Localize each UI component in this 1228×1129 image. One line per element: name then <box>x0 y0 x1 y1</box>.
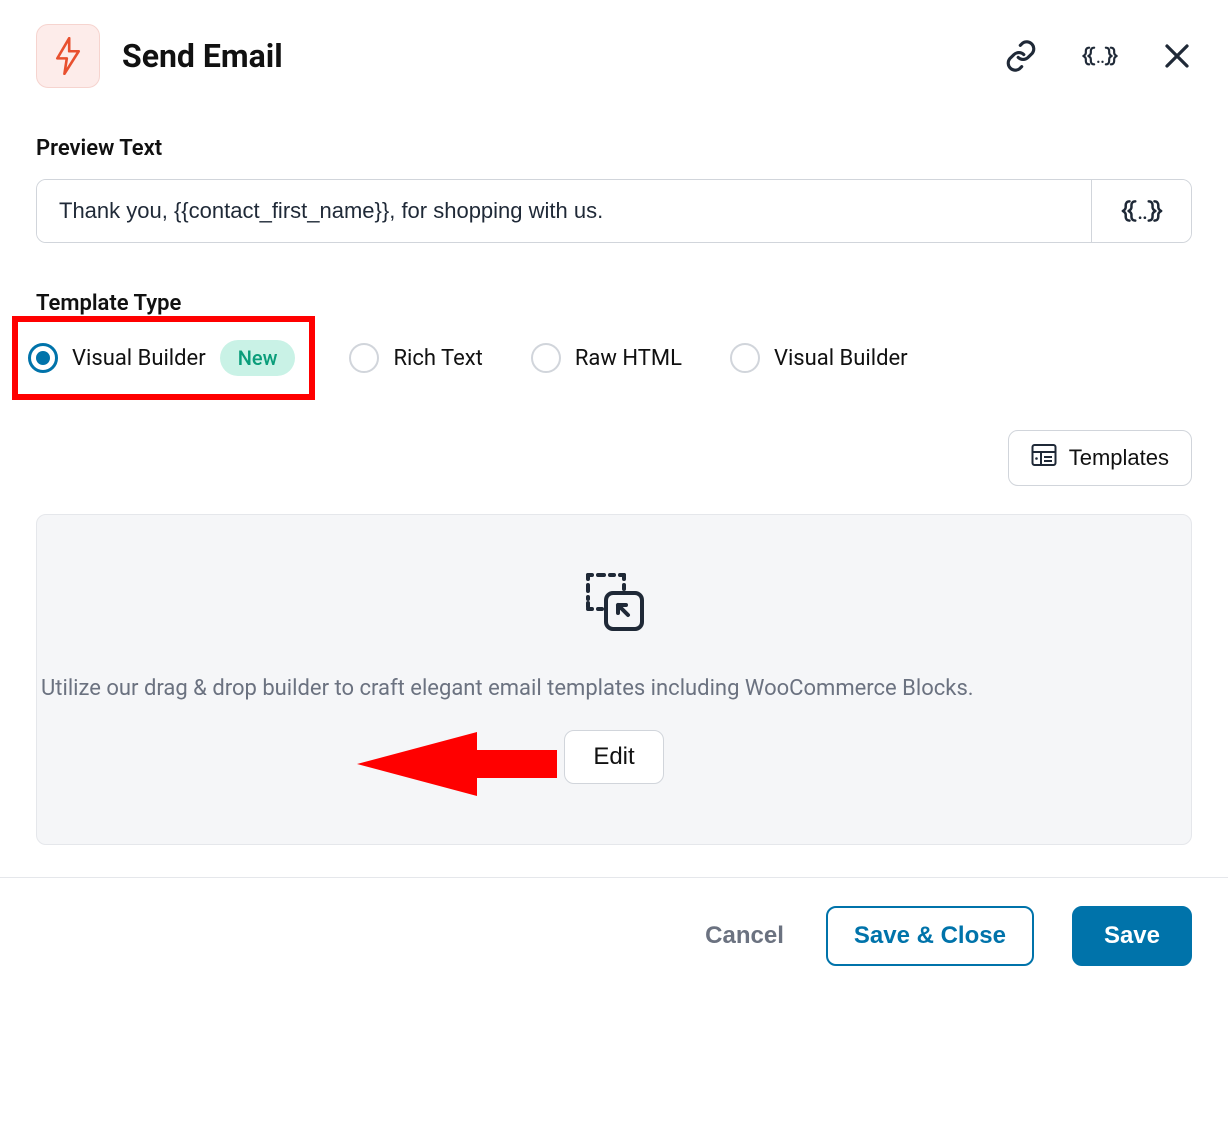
builder-panel: Utilize our drag & drop builder to craft… <box>36 514 1192 845</box>
dialog-title: Send Email <box>122 37 283 75</box>
bolt-icon <box>36 24 100 88</box>
preview-text-label: Preview Text <box>36 136 1192 161</box>
close-icon[interactable] <box>1162 41 1192 71</box>
templates-button-label: Templates <box>1069 445 1169 471</box>
template-type-label: Template Type <box>36 291 1192 316</box>
templates-icon <box>1031 443 1057 473</box>
drag-drop-icon <box>574 559 654 643</box>
edit-button-label: Edit <box>593 743 634 770</box>
radio-raw-html[interactable]: Raw HTML <box>531 343 682 373</box>
radio-visual-builder[interactable]: Visual Builder <box>730 343 908 373</box>
save-close-button[interactable]: Save & Close <box>826 906 1034 966</box>
radio-icon <box>28 343 58 373</box>
radio-label: Rich Text <box>393 346 482 371</box>
new-badge: New <box>220 340 296 376</box>
radio-label: Raw HTML <box>575 346 682 371</box>
edit-button[interactable]: Edit <box>564 730 663 784</box>
templates-button[interactable]: Templates <box>1008 430 1192 486</box>
braces-icon[interactable] <box>1080 41 1120 71</box>
dialog-footer: Cancel Save & Close Save <box>0 877 1228 1002</box>
preview-text-input[interactable] <box>37 180 1091 242</box>
radio-label: Visual Builder <box>72 346 206 371</box>
link-icon[interactable] <box>1004 39 1038 73</box>
template-type-row: Visual Builder New Rich Text Raw HTML Vi… <box>36 334 1192 382</box>
radio-icon <box>349 343 379 373</box>
radio-label: Visual Builder <box>774 346 908 371</box>
radio-visual-builder-new[interactable]: Visual Builder New <box>12 316 315 400</box>
preview-text-row <box>36 179 1192 243</box>
arrow-annotation-icon <box>357 724 557 804</box>
radio-rich-text[interactable]: Rich Text <box>349 343 482 373</box>
radio-icon <box>730 343 760 373</box>
radio-icon <box>531 343 561 373</box>
save-button[interactable]: Save <box>1072 906 1192 966</box>
cancel-button[interactable]: Cancel <box>701 908 788 964</box>
builder-description: Utilize our drag & drop builder to craft… <box>37 671 1191 706</box>
insert-smartcode-button[interactable] <box>1091 180 1191 242</box>
dialog-header: Send Email <box>36 24 1192 88</box>
